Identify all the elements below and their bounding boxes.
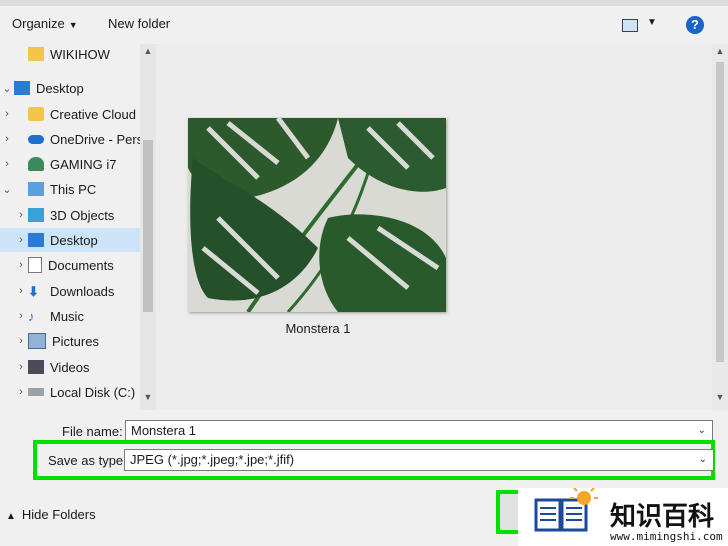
nav-item-label: Videos: [50, 359, 90, 375]
nav-item-label: Pictures: [52, 333, 99, 349]
nav-item-music[interactable]: › ♪ Music: [0, 304, 140, 328]
folder-icon: [28, 47, 44, 61]
nav-item-label: Creative Cloud F: [50, 106, 140, 122]
chevron-right-icon[interactable]: ›: [0, 133, 14, 145]
chevron-down-icon[interactable]: ⌄: [699, 450, 707, 470]
chevron-right-icon[interactable]: ›: [0, 108, 14, 120]
navigation-pane: WIKIHOW ⌄ Desktop › Creative Cloud F › O…: [0, 44, 140, 410]
toolbar: Organize ▼ New folder ▼ ?: [0, 0, 728, 44]
nav-scrollbar[interactable]: ▲ ▼: [140, 44, 156, 410]
chevron-right-icon[interactable]: ›: [0, 158, 14, 170]
nav-item-downloads[interactable]: › ⬇ Downloads: [0, 279, 140, 303]
chevron-up-icon: ▲: [6, 511, 16, 522]
chevron-right-icon[interactable]: ›: [14, 259, 28, 271]
computer-icon: [28, 182, 44, 196]
downloads-icon: ⬇: [28, 284, 39, 299]
nav-item-label: Music: [50, 308, 84, 324]
toolbar-top-edge: [0, 0, 728, 6]
nav-item-label: Documents: [48, 257, 114, 273]
nav-item-label: GAMING i7: [50, 156, 117, 172]
save-as-type-dropdown[interactable]: JPEG (*.jpg;*.jpeg;*.jpe;*.jfif) ⌄: [124, 449, 714, 471]
file-thumbnail[interactable]: [188, 118, 446, 312]
chevron-right-icon[interactable]: ›: [14, 234, 28, 246]
chevron-down-icon[interactable]: ⌄: [0, 82, 14, 95]
chevron-right-icon[interactable]: ›: [14, 285, 28, 297]
disk-icon: [28, 388, 44, 396]
organize-button[interactable]: Organize ▼: [12, 16, 78, 31]
nav-item-creative-cloud[interactable]: › Creative Cloud F: [0, 102, 140, 126]
view-options-icon[interactable]: [622, 19, 638, 32]
nav-item-wikihow[interactable]: WIKIHOW: [0, 44, 140, 66]
file-name-value: Monstera 1: [131, 423, 197, 438]
file-name-field-label: File name:: [62, 424, 123, 439]
nav-item-3d-objects[interactable]: › 3D Objects: [0, 203, 140, 227]
chevron-down-icon[interactable]: ⌄: [0, 183, 14, 196]
nav-item-label: 3D Objects: [50, 207, 115, 223]
monstera-leaves-image: [188, 118, 446, 312]
desktop-icon: [28, 233, 44, 247]
user-icon: [28, 157, 44, 171]
content-scrollbar[interactable]: ▲ ▼: [712, 44, 728, 410]
nav-item-videos[interactable]: › Videos: [0, 355, 140, 379]
watermark-url: www.mimingshi.com: [610, 530, 723, 543]
scroll-up-icon[interactable]: ▲: [140, 46, 156, 56]
chevron-down-icon[interactable]: ⌄: [698, 421, 706, 441]
scroll-down-icon[interactable]: ▼: [712, 392, 728, 402]
nav-item-label: OneDrive - Perso: [50, 131, 140, 147]
file-name-input[interactable]: Monstera 1 ⌄: [125, 420, 713, 442]
chevron-right-icon[interactable]: ›: [14, 386, 28, 398]
nav-item-label: WIKIHOW: [50, 46, 110, 62]
creative-cloud-icon: [28, 107, 44, 121]
save-type-value: JPEG (*.jpg;*.jpeg;*.jpe;*.jfif): [130, 452, 295, 467]
nav-item-label: Desktop: [50, 232, 98, 248]
watermark: 知识百科 www.mimingshi.com: [518, 488, 728, 546]
nav-item-label: This PC: [50, 181, 97, 197]
pictures-icon: [28, 333, 46, 349]
watermark-title: 知识百科: [610, 502, 715, 532]
watermark-logo-icon: [534, 488, 598, 532]
file-name-label[interactable]: Monstera 1: [268, 321, 368, 336]
videos-icon: [28, 360, 44, 374]
nav-scrollbar-thumb[interactable]: [143, 140, 153, 312]
hide-folders-button[interactable]: ▲ Hide Folders: [6, 507, 96, 522]
chevron-right-icon[interactable]: ›: [14, 335, 28, 347]
desktop-icon: [14, 81, 30, 95]
nav-item-label: Desktop: [36, 80, 84, 96]
help-icon[interactable]: ?: [686, 16, 704, 34]
chevron-right-icon[interactable]: ›: [14, 361, 28, 373]
nav-item-local-disk[interactable]: › Local Disk (C:): [0, 380, 140, 404]
chevron-down-icon: ▼: [68, 20, 78, 30]
nav-item-label: Local Disk (C:): [50, 384, 136, 400]
onedrive-icon: [28, 134, 44, 144]
scroll-down-icon[interactable]: ▼: [140, 392, 156, 402]
content-scrollbar-thumb[interactable]: [716, 62, 724, 362]
3d-objects-icon: [28, 208, 44, 222]
nav-item-gaming-i7[interactable]: › GAMING i7: [0, 152, 140, 176]
documents-icon: [28, 257, 42, 273]
music-icon: ♪: [28, 309, 35, 324]
nav-item-desktop-root[interactable]: ⌄ Desktop: [0, 76, 140, 100]
scroll-up-icon[interactable]: ▲: [712, 46, 728, 56]
hide-folders-label: Hide Folders: [21, 507, 96, 522]
nav-item-label: Downloads: [50, 283, 115, 299]
chevron-down-icon[interactable]: ▼: [647, 17, 657, 28]
chevron-right-icon[interactable]: ›: [14, 209, 28, 221]
nav-item-this-pc[interactable]: ⌄ This PC: [0, 177, 140, 201]
nav-item-pictures[interactable]: › Pictures: [0, 329, 140, 353]
organize-label: Organize: [12, 16, 65, 31]
nav-item-desktop[interactable]: › Desktop: [0, 228, 140, 252]
nav-item-documents[interactable]: › Documents: [0, 253, 140, 277]
chevron-right-icon[interactable]: ›: [14, 310, 28, 322]
nav-item-onedrive[interactable]: › OneDrive - Perso: [0, 127, 140, 151]
save-type-field-label: Save as type:: [48, 453, 127, 468]
new-folder-button[interactable]: New folder: [108, 16, 170, 31]
